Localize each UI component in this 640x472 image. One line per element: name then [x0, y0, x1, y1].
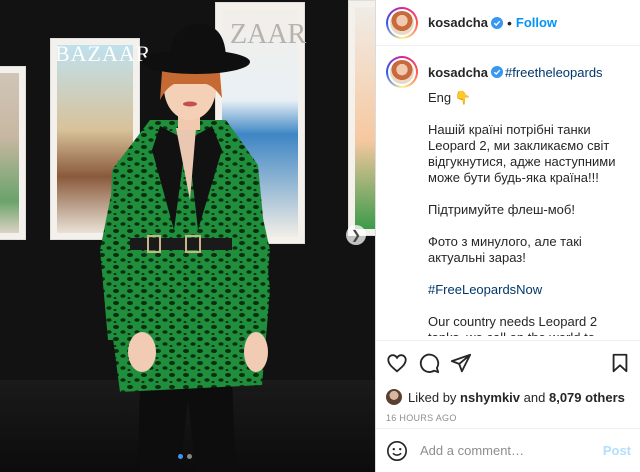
likes-joiner: and [523, 389, 546, 405]
avatar[interactable] [386, 56, 418, 88]
comment-input[interactable] [420, 443, 603, 458]
caption-line: Our country needs Leopard 2 tanks, we ca… [428, 314, 598, 336]
comment-icon[interactable] [418, 352, 440, 374]
caption-line: Eng 👇 [428, 90, 471, 105]
follow-button[interactable]: Follow [516, 15, 557, 30]
post-comment-button[interactable]: Post [603, 443, 631, 458]
post-timestamp[interactable]: 16 HOURS AGO [386, 413, 631, 423]
caption-line: Нашій країні потрібні танки Leopard 2, м… [428, 122, 616, 185]
comment-bar: Post [376, 428, 640, 472]
post-header: kosadcha • Follow [376, 0, 640, 46]
post-photo[interactable]: BAZAAR ZAAR ❯ [0, 0, 375, 472]
caption-text: Eng 👇 Нашій країні потрібні танки Leopar… [428, 90, 630, 336]
emoji-icon[interactable] [386, 440, 408, 462]
caption: kosadcha #freetheleopards Eng 👇 Нашій кр… [386, 56, 630, 336]
avatar[interactable] [386, 6, 418, 39]
likes-prefix: Liked by [408, 389, 457, 405]
post-actions: Liked by nshymkiv and 8,079 others 16 HO… [376, 340, 640, 423]
carousel-dot [178, 454, 183, 459]
caption-line: Підтримуйте флеш-моб! [428, 202, 575, 217]
hashtag-link[interactable]: #freetheleopards [505, 65, 603, 80]
carousel-dot [187, 454, 192, 459]
hashtag-link[interactable]: #FreeLeopardsNow [428, 282, 630, 298]
likes-count[interactable]: 8,079 others [549, 390, 625, 405]
carousel-dots [178, 454, 192, 459]
next-photo-button[interactable]: ❯ [346, 225, 366, 245]
share-icon[interactable] [450, 352, 472, 374]
chevron-right-icon: ❯ [350, 228, 362, 242]
bookmark-icon[interactable] [609, 352, 631, 374]
separator-dot: • [506, 14, 512, 31]
verified-badge-icon [490, 66, 503, 78]
caption-line: Фото з минулого, але такі актуальні зара… [428, 234, 582, 265]
post-side-panel: kosadcha • Follow kosadcha #freetheleopa… [375, 0, 640, 472]
liker-username[interactable]: nshymkiv [460, 390, 520, 405]
caption-username[interactable]: kosadcha [428, 65, 488, 80]
likes-summary: Liked by nshymkiv and 8,079 others [386, 389, 631, 405]
verified-badge-icon [490, 16, 503, 29]
header-username[interactable]: kosadcha [428, 15, 488, 30]
woman-in-leopard-jacket [100, 24, 270, 472]
action-icons [386, 351, 631, 375]
caption-header: kosadcha #freetheleopards [386, 56, 630, 88]
heart-icon[interactable] [386, 352, 408, 374]
liker-avatar[interactable] [386, 389, 402, 405]
